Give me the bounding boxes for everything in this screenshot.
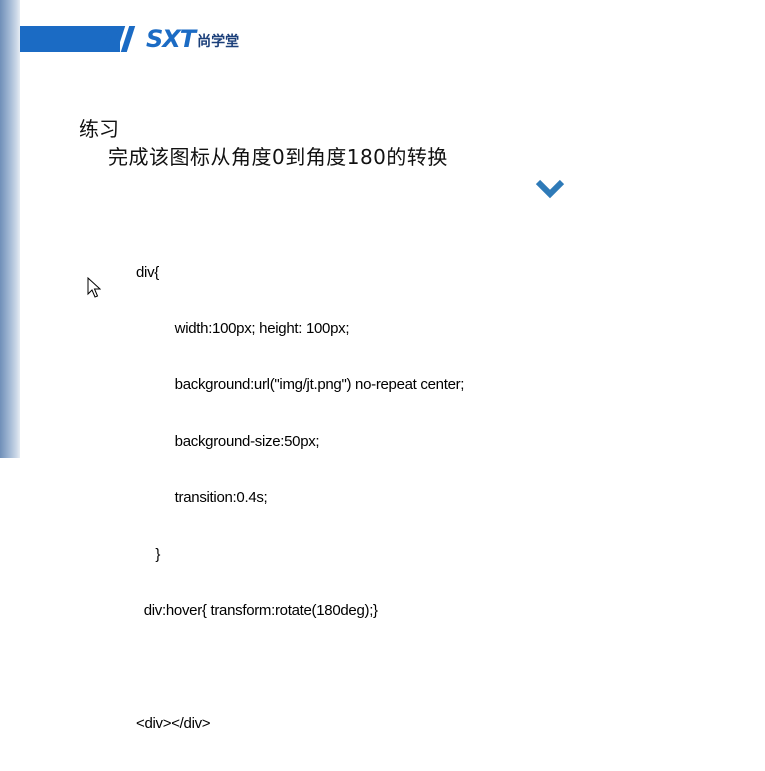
code-block: div{ width:100px; height: 100px; backgro… bbox=[136, 226, 464, 771]
sxt-logo: SXT 尚学堂 bbox=[146, 25, 239, 53]
code-line: div:hover{ transform:rotate(180deg);} bbox=[136, 601, 378, 619]
chevron-down-icon bbox=[535, 179, 565, 199]
arrow-cursor-icon bbox=[87, 277, 101, 298]
slide-subheading: 完成该图标从角度0到角度180的转换 bbox=[108, 145, 448, 169]
code-line: transition:0.4s; bbox=[136, 489, 268, 507]
code-line: background-size:50px; bbox=[136, 432, 320, 450]
code-line: div{ bbox=[136, 263, 159, 281]
code-line: background:url("img/jt.png") no-repeat c… bbox=[136, 376, 465, 394]
logo-mark: SXT bbox=[146, 25, 196, 53]
code-line: <div></div> bbox=[136, 714, 211, 732]
left-edge-gradient bbox=[0, 0, 20, 458]
slide-heading: 练习 bbox=[79, 117, 119, 141]
code-line: } bbox=[136, 545, 161, 563]
logo-text: 尚学堂 bbox=[197, 34, 240, 50]
code-line: width:100px; height: 100px; bbox=[136, 319, 350, 337]
slide: SXT 尚学堂 练习 完成该图标从角度0到角度180的转换 div{ width… bbox=[20, 0, 765, 732]
